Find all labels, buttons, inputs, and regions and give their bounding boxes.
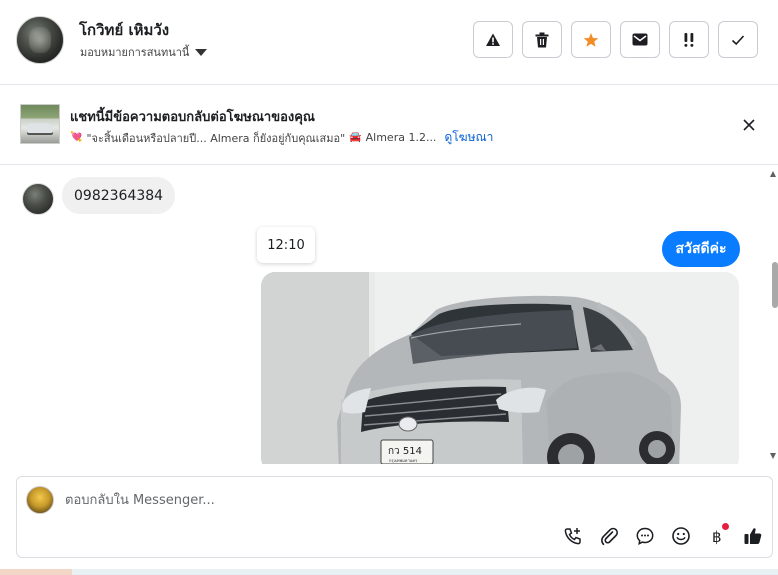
trash-icon [535,32,549,47]
check-icon [731,34,745,45]
close-banner-button[interactable] [739,115,759,135]
outgoing-message[interactable]: สวัสดีค่ะ [662,231,740,267]
follow-up-button[interactable] [669,21,709,58]
car-photo-illustration: กว 514 กรุงเทพมหานคร [261,272,739,464]
bottom-edge-strip [0,569,778,575]
heart-emoji-icon: 💘 [70,132,83,143]
assign-conversation-dropdown[interactable]: มอบหมายการสนทนานี้ [80,43,208,61]
scroll-up-arrow-icon[interactable] [770,171,776,177]
thumbs-up-icon [744,528,761,544]
delete-button[interactable] [522,21,562,58]
attach-file-button[interactable] [595,524,622,548]
incoming-message[interactable]: 0982364384 [62,177,176,214]
scrollbar-thumb[interactable] [772,262,778,308]
saved-replies-button[interactable] [631,524,658,548]
chat-bubble-icon [636,527,653,546]
star-button[interactable] [571,21,611,58]
thread-scrollbar[interactable] [768,165,778,464]
assign-label: มอบหมายการสนทนานี้ [80,46,190,59]
close-icon [743,119,755,131]
emoji-icon [671,527,690,545]
ad-banner-title: แชทนี้มีข้อความตอบกลับต่อโฆษณาของคุณ [70,110,315,125]
ad-banner-subtitle: 💘 "จะสิ้นเดือนหรือปลายปี... Almera ก็ยัง… [70,128,493,147]
contact-avatar[interactable] [16,16,64,64]
call-icon [564,528,581,545]
exclamation-icon [684,32,694,47]
send-like-button[interactable] [739,524,766,548]
star-icon [583,32,599,47]
ad-thumbnail[interactable] [20,104,60,144]
warning-icon [486,33,500,46]
ad-quote: "จะสิ้นเดือนหรือปลายปี... Almera ก็ยังอย… [86,131,346,145]
sender-avatar [22,183,54,215]
message-thread[interactable]: 0982364384 12:10 สวัสดีค่ะ กว 514 กรุงเท… [0,165,778,464]
attachment-icon [600,527,618,546]
car-emoji-icon: 🚘 [349,132,362,143]
messenger-inbox-conversation: โกวิทย์ เหิมวัง มอบหมายการสนทนานี้ แชทนี… [0,0,778,575]
caret-down-icon [195,49,208,56]
contact-name[interactable]: โกวิทย์ เหิมวัง [79,18,169,42]
composer-tools: ฿ [559,523,766,548]
header-actions [473,21,758,58]
license-plate-number: กว 514 [388,446,422,457]
timestamp-tooltip: 12:10 [257,227,315,263]
mark-unread-button[interactable] [620,21,660,58]
scroll-down-arrow-icon[interactable] [770,453,776,459]
mark-done-button[interactable] [718,21,758,58]
call-button[interactable] [559,524,586,548]
conversation-header: โกวิทย์ เหิมวัง มอบหมายการสนทนานี้ [0,0,778,85]
ad-car-text: Almera 1.2... [365,131,437,144]
page-avatar [26,486,54,514]
report-spam-button[interactable] [473,21,513,58]
svg-text:฿: ฿ [712,528,722,546]
payment-button[interactable]: ฿ [703,523,730,548]
notification-dot [722,523,729,530]
reply-input[interactable] [65,489,755,511]
view-ad-link[interactable]: ดูโฆษณา [444,128,493,147]
emoji-button[interactable] [667,524,694,548]
message-composer: ฿ [16,476,773,558]
ad-reply-banner: แชทนี้มีข้อความตอบกลับต่อโฆษณาของคุณ 💘 "… [0,85,778,165]
car-image-message[interactable]: กว 514 กรุงเทพมหานคร [261,272,739,464]
envelope-icon [632,33,648,46]
